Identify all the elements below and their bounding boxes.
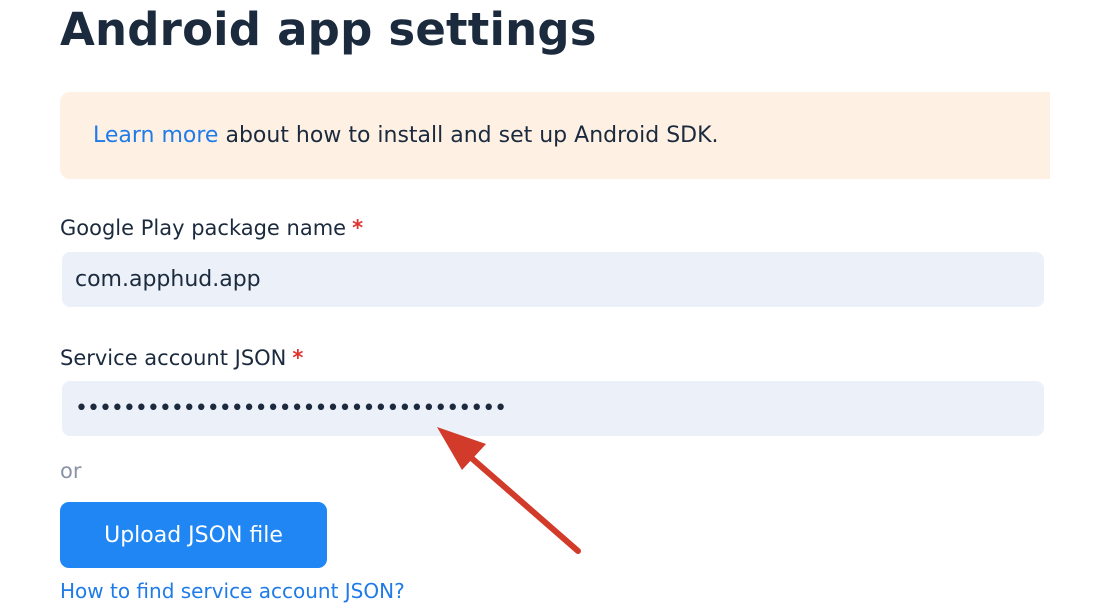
service-account-json-input[interactable] <box>62 381 1044 436</box>
package-name-label-text: Google Play package name <box>60 216 347 240</box>
service-account-label-text: Service account JSON <box>60 346 287 370</box>
required-mark: * <box>352 216 364 240</box>
required-mark: * <box>292 346 304 370</box>
package-name-label: Google Play package name * <box>60 214 363 242</box>
android-settings-page: Android app settings Learn more about ho… <box>0 0 1100 614</box>
service-account-label: Service account JSON * <box>60 344 303 372</box>
banner-text: about how to install and set up Android … <box>218 123 719 148</box>
learn-more-link[interactable]: Learn more <box>93 123 218 148</box>
info-banner: Learn more about how to install and set … <box>60 92 1050 179</box>
package-name-input[interactable] <box>62 252 1044 307</box>
service-account-help-link[interactable]: How to find service account JSON? <box>60 577 405 605</box>
page-title: Android app settings <box>60 3 597 56</box>
upload-json-button[interactable]: Upload JSON file <box>60 502 327 568</box>
or-separator: or <box>60 459 82 483</box>
